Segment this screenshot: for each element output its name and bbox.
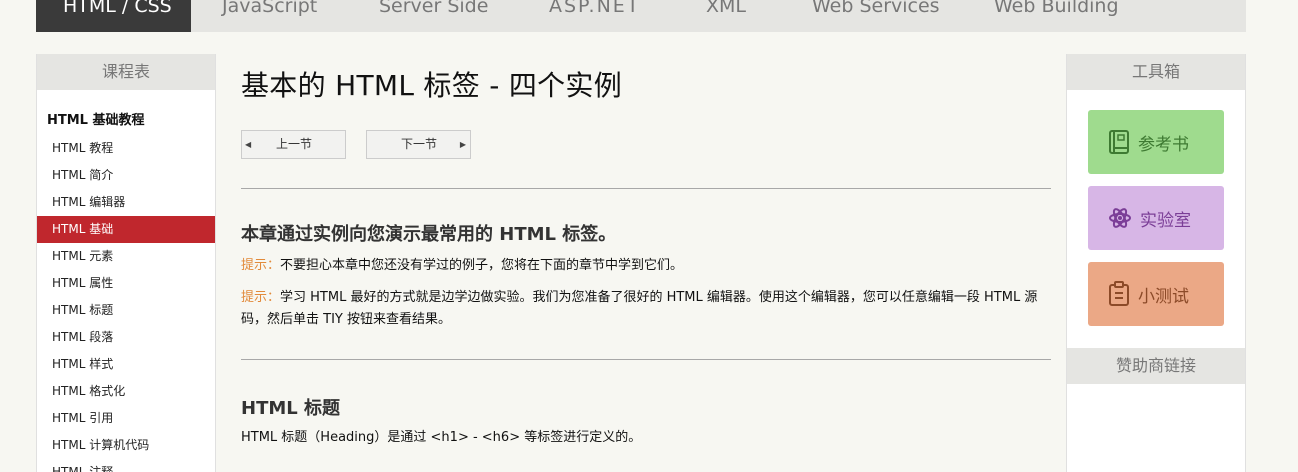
sidebar-item-html-attributes[interactable]: HTML 属性 — [37, 270, 215, 297]
sidebar-item-html-editor[interactable]: HTML 编辑器 — [37, 189, 215, 216]
course-group-title: HTML 基础教程 — [47, 113, 145, 128]
toolbox-heading: 工具箱 — [1067, 54, 1245, 90]
clipboard-icon — [1109, 281, 1129, 306]
sidebar-item-html-computer-code[interactable]: HTML 计算机代码 — [37, 432, 215, 459]
next-label: 下一节 — [401, 137, 438, 151]
main-content: 基本的 HTML 标签 - 四个实例 ◀ 上一节 下一节 ▶ 本章通过实例向您演… — [241, 54, 1051, 445]
tool-label: 实验室 — [1140, 210, 1191, 231]
tab-server-side[interactable]: Server Side — [347, 0, 516, 32]
tab-web-building[interactable]: Web Building — [960, 0, 1246, 32]
tab-label: HTML / CSS — [63, 0, 172, 17]
sidebar-item-html-styles[interactable]: HTML 样式 — [37, 351, 215, 378]
tab-label: Web Services — [812, 0, 940, 17]
page-title: 基本的 HTML 标签 - 四个实例 — [241, 69, 623, 102]
tab-javascript[interactable]: JavaScript — [191, 0, 347, 32]
tip-label: 提示： — [241, 258, 281, 273]
prev-label: 上一节 — [276, 137, 313, 151]
sidebar-item-html-quotations[interactable]: HTML 引用 — [37, 405, 215, 432]
tab-label: ASP.NET — [549, 0, 641, 17]
sidebar-item-html-basic[interactable]: HTML 基础 — [37, 216, 215, 243]
sidebar-item-html-formatting[interactable]: HTML 格式化 — [37, 378, 215, 405]
tip-text: 不要担心本章中您还没有学过的例子，您将在下面的章节中学到它们。 — [280, 258, 684, 273]
prev-section-button[interactable]: ◀ 上一节 — [241, 130, 346, 159]
sidebar-item-html-headings[interactable]: HTML 标题 — [37, 297, 215, 324]
atom-icon — [1109, 208, 1131, 228]
top-nav: HTML / CSS JavaScript Server Side ASP.NE… — [36, 0, 1246, 32]
next-section-button[interactable]: 下一节 ▶ — [366, 130, 471, 159]
tip-paragraph: 提示：不要担心本章中您还没有学过的例子，您将在下面的章节中学到它们。 — [241, 255, 1046, 277]
tab-asp-net[interactable]: ASP.NET — [516, 0, 674, 32]
tab-label: Web Building — [994, 0, 1119, 17]
section-paragraph: HTML 标题（Heading）是通过 <h1> - <h6> 等标签进行定义的… — [241, 430, 642, 445]
lab-button[interactable]: 实验室 — [1088, 186, 1224, 250]
tab-html-css[interactable]: HTML / CSS — [36, 0, 191, 32]
reference-button[interactable]: 参考书 — [1088, 110, 1224, 174]
tab-xml[interactable]: XML — [674, 0, 776, 32]
tool-label: 参考书 — [1138, 134, 1189, 155]
tab-label: Server Side — [379, 0, 489, 17]
sidebar-item-html-elements[interactable]: HTML 元素 — [37, 243, 215, 270]
sidebar-item-html-comments[interactable]: HTML 注释 — [37, 459, 215, 472]
divider — [241, 359, 1051, 360]
tab-label: JavaScript — [222, 0, 318, 17]
divider — [241, 188, 1051, 189]
course-sidebar-heading: 课程表 — [37, 54, 215, 90]
tool-label: 小测试 — [1138, 286, 1189, 307]
sidebar-item-html-tutorial[interactable]: HTML 教程 — [37, 135, 215, 162]
caret-right-icon: ▶ — [459, 140, 466, 149]
caret-left-icon: ◀ — [245, 140, 252, 149]
tab-label: XML — [706, 0, 746, 17]
sidebar-item-html-intro[interactable]: HTML 简介 — [37, 162, 215, 189]
intro-heading: 本章通过实例向您演示最常用的 HTML 标签。 — [241, 224, 617, 245]
tip-paragraph: 提示：学习 HTML 最好的方式就是边学边做实验。我们为您准备了很好的 HTML… — [241, 287, 1046, 331]
tab-web-services[interactable]: Web Services — [776, 0, 960, 32]
course-sidebar: 课程表 HTML 基础教程 HTML 教程 HTML 简介 HTML 编辑器 H… — [36, 54, 216, 472]
toolbox-sidebar: 工具箱 参考书 实验室 小测试 赞助商链接 — [1066, 54, 1246, 472]
book-icon — [1109, 130, 1129, 154]
tip-text: 学习 HTML 最好的方式就是边学边做实验。我们为您准备了很好的 HTML 编辑… — [241, 290, 1038, 327]
tip-label: 提示： — [241, 290, 281, 305]
section-heading: HTML 标题 — [241, 398, 340, 419]
quiz-button[interactable]: 小测试 — [1088, 262, 1224, 326]
sidebar-item-html-paragraphs[interactable]: HTML 段落 — [37, 324, 215, 351]
sponsor-heading: 赞助商链接 — [1067, 348, 1245, 384]
